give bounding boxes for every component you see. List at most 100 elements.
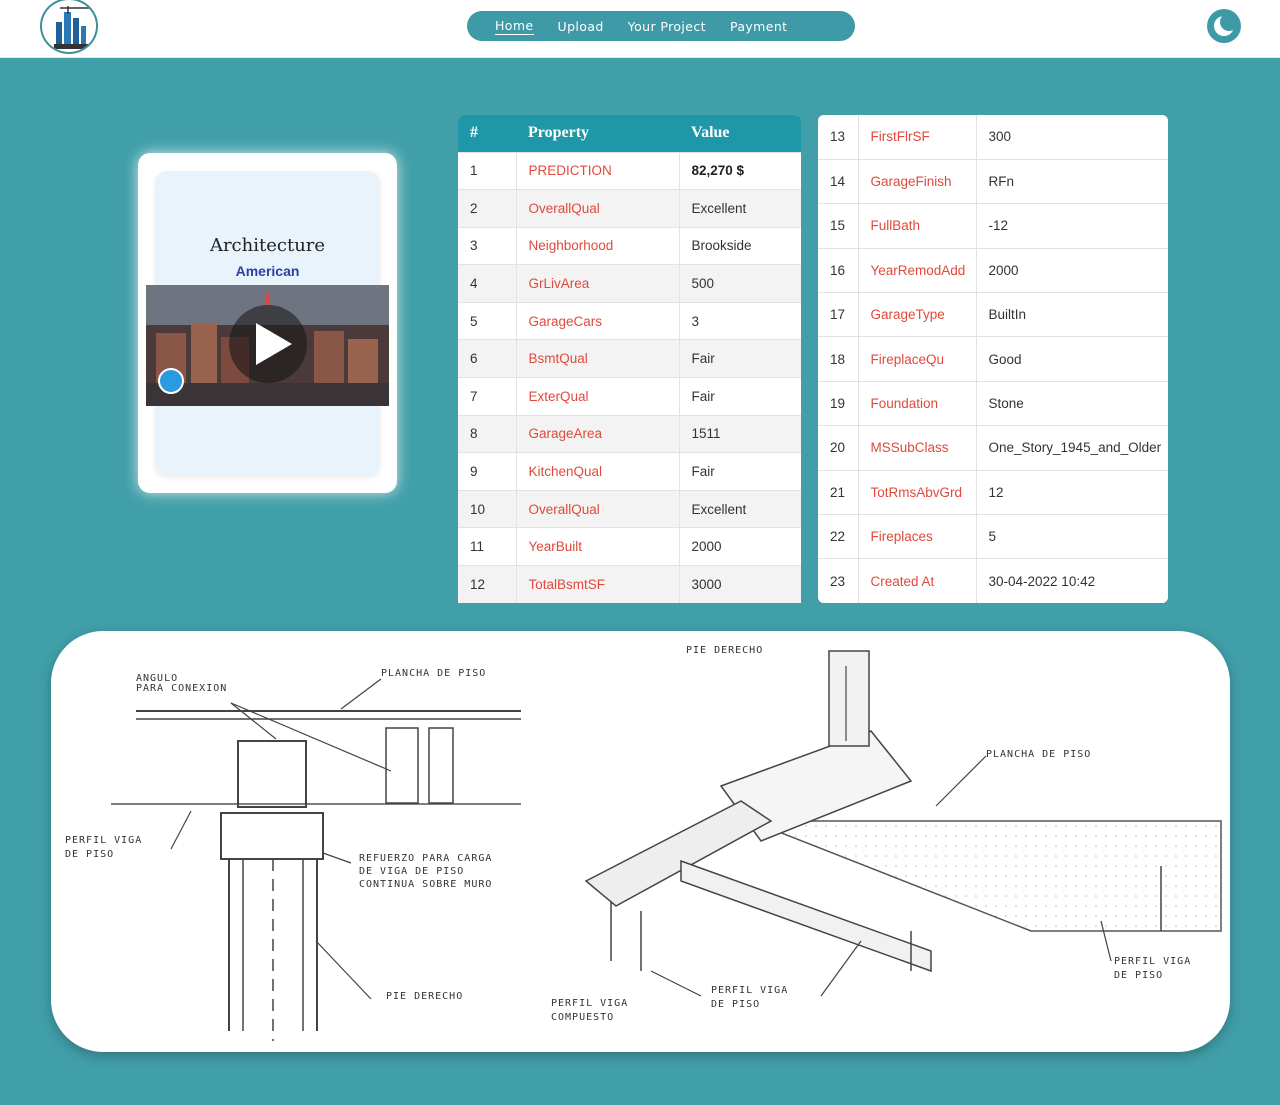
row-index: 1 <box>458 151 517 190</box>
row-property: BsmtQual <box>516 339 680 378</box>
card-subtitle: American <box>235 263 300 279</box>
table-row: 20 MSSubClass One_Story_1945_and_Older <box>818 425 1168 471</box>
row-index: 14 <box>818 158 859 204</box>
row-property: KitchenQual <box>516 452 680 491</box>
row-index: 23 <box>818 558 859 604</box>
table-row: 2 OverallQual Excellent <box>458 189 801 228</box>
label-refuerzo-2: DE VIGA DE PISO <box>359 866 464 877</box>
row-value: Stone <box>976 380 1168 426</box>
table-row: 1 PREDICTION 82,270 $ <box>458 151 801 190</box>
row-index: 9 <box>458 452 517 491</box>
row-property: FirstFlrSF <box>858 115 977 160</box>
row-property: GrLivArea <box>516 264 680 303</box>
row-index: 20 <box>818 425 859 471</box>
label-perfil-compuesto-2: COMPUESTO <box>551 1012 614 1023</box>
table-row: 22 Fireplaces 5 <box>818 514 1168 559</box>
table-row: 6 BsmtQual Fair <box>458 339 801 378</box>
label-plancha-right: PLANCHA DE PISO <box>986 749 1091 760</box>
label-plancha-left: PLANCHA DE PISO <box>381 668 486 679</box>
table-row: 5 GarageCars 3 <box>458 301 801 340</box>
label-perfil-compuesto: PERFIL VIGA <box>551 998 628 1009</box>
row-property: OverallQual <box>516 489 680 528</box>
row-value: One_Story_1945_and_Older <box>976 425 1168 471</box>
row-value: 3 <box>679 301 801 340</box>
row-index: 11 <box>458 527 517 566</box>
header-index: # <box>458 115 516 152</box>
row-value: Fair <box>679 452 801 491</box>
label-perfil-mid: PERFIL VIGA <box>711 985 788 996</box>
row-index: 10 <box>458 489 517 528</box>
row-value: Good <box>976 336 1168 382</box>
table-row: 15 FullBath -12 <box>818 203 1168 249</box>
row-property: Neighborhood <box>516 226 680 265</box>
row-property: FullBath <box>858 203 977 249</box>
header-value: Value <box>679 115 801 152</box>
label-perfil-right: PERFIL VIGA <box>1114 956 1191 967</box>
cube-icon[interactable] <box>158 368 184 394</box>
label-perfil-right-2: DE PISO <box>1114 970 1163 981</box>
row-property: GarageArea <box>516 414 680 453</box>
row-value: 300 <box>976 115 1168 160</box>
row-value: RFn <box>976 158 1168 204</box>
table-row: 23 Created At 30-04-2022 10:42 <box>818 558 1168 604</box>
row-value: 5 <box>976 514 1168 559</box>
table-row: 17 GarageType BuiltIn <box>818 292 1168 337</box>
row-property: GarageType <box>858 292 977 337</box>
architecture-card: Architecture American <box>138 153 397 493</box>
label-refuerzo: REFUERZO PARA CARGA <box>359 853 492 864</box>
video-player[interactable] <box>146 285 389 406</box>
label-perfil-left-2: DE PISO <box>65 849 114 860</box>
row-value: Brookside <box>679 226 801 265</box>
row-property: TotRmsAbvGrd <box>858 469 977 515</box>
row-value: 2000 <box>679 527 801 566</box>
main-nav: Home Upload Your Project Payment <box>467 11 855 41</box>
theme-toggle-button[interactable] <box>1207 9 1241 43</box>
properties-table-right: 13 FirstFlrSF 300 14 GarageFinish RFn 15 Full… <box>818 115 1168 604</box>
row-property: OverallQual <box>516 189 680 228</box>
table-row: 13 FirstFlrSF 300 <box>818 115 1168 160</box>
row-value: 500 <box>679 264 801 303</box>
play-icon[interactable] <box>229 305 307 383</box>
label-perfil-mid-2: DE PISO <box>711 999 760 1010</box>
row-property: YearRemodAdd <box>858 247 977 293</box>
row-property: YearBuilt <box>516 527 680 566</box>
steel-frame-drawing: ANGULO PARA CONEXION PLANCHA DE PISO PER… <box>65 645 1222 1041</box>
nav-your-project[interactable]: Your Project <box>628 19 706 34</box>
row-index: 22 <box>818 514 859 559</box>
row-property: FireplaceQu <box>858 336 977 382</box>
row-value: 3000 <box>679 565 801 604</box>
row-index: 6 <box>458 339 517 378</box>
row-index: 19 <box>818 380 859 426</box>
row-value: 1511 <box>679 414 801 453</box>
table-row: 4 GrLivArea 500 <box>458 264 801 303</box>
table-row: 10 OverallQual Excellent <box>458 489 801 528</box>
row-index: 4 <box>458 264 517 303</box>
table-row: 11 YearBuilt 2000 <box>458 527 801 566</box>
header-property: Property <box>516 115 679 152</box>
row-property: Fireplaces <box>858 514 977 559</box>
row-value: 12 <box>976 469 1168 515</box>
row-value: 30-04-2022 10:42 <box>976 558 1168 604</box>
row-index: 16 <box>818 247 859 293</box>
label-refuerzo-3: CONTINUA SOBRE MURO <box>359 879 492 890</box>
table-row: 7 ExterQual Fair <box>458 377 801 416</box>
label-pie-derecho-right: PIE DERECHO <box>686 645 763 656</box>
nav-payment[interactable]: Payment <box>730 19 788 34</box>
row-index: 15 <box>818 203 859 249</box>
structural-drawing: ANGULO PARA CONEXION PLANCHA DE PISO PER… <box>51 631 1230 1052</box>
row-index: 2 <box>458 189 517 228</box>
properties-table-left: # Property Value 1 PREDICTION 82,270 $ 2 Ov… <box>458 115 801 604</box>
table-header-row: # Property Value <box>458 115 801 152</box>
top-bar: Home Upload Your Project Payment <box>0 0 1280 58</box>
row-property: TotalBsmtSF <box>516 565 680 604</box>
row-property: MSSubClass <box>858 425 977 471</box>
nav-home[interactable]: Home <box>495 18 534 35</box>
label-conexion: PARA CONEXION <box>136 683 227 694</box>
prediction-value: 82,270 $ <box>679 151 801 190</box>
table-row: 21 TotRmsAbvGrd 12 <box>818 469 1168 515</box>
nav-upload[interactable]: Upload <box>558 19 604 34</box>
row-property: Created At <box>858 558 977 604</box>
table-row: 14 GarageFinish RFn <box>818 158 1168 204</box>
building-crane-logo[interactable] <box>40 0 98 54</box>
table-row: 12 TotalBsmtSF 3000 <box>458 565 801 604</box>
